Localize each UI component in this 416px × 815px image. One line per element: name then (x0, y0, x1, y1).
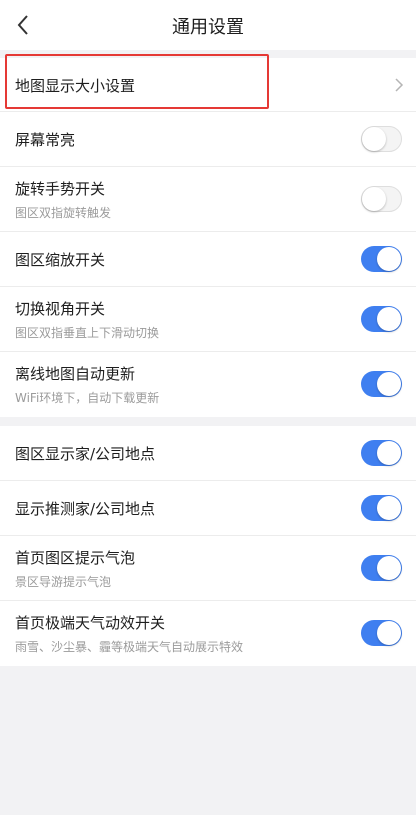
setting-description: 图区双指旋转触发 (15, 206, 112, 220)
toggle-knob (362, 127, 386, 151)
setting-home-tip-bubble: 首页图区提示气泡 景区导游提示气泡 (0, 536, 416, 601)
toggle-knob (377, 441, 401, 465)
chevron-right-icon (395, 78, 404, 92)
setting-rotate-gesture: 旋转手势开关 图区双指旋转触发 (0, 167, 416, 232)
toggle-knob (362, 187, 386, 211)
toggle-knob (377, 496, 401, 520)
extreme-weather-effect-toggle[interactable] (361, 620, 402, 646)
setting-label: 屏幕常亮 (15, 131, 76, 149)
toggle-knob (377, 247, 401, 271)
nav-bar: 通用设置 (0, 0, 416, 50)
offline-map-auto-update-toggle[interactable] (361, 371, 402, 397)
setting-show-home-company: 图区显示家/公司地点 (0, 426, 416, 481)
setting-description: 雨雪、沙尘暴、霾等极端天气自动展示特效 (15, 640, 244, 654)
toggle-knob (377, 556, 401, 580)
setting-screen-always-on: 屏幕常亮 (0, 112, 416, 167)
setting-label: 地图显示大小设置 (15, 77, 136, 95)
toggle-knob (377, 307, 401, 331)
setting-map-zoom: 图区缩放开关 (0, 232, 416, 287)
home-tip-bubble-toggle[interactable] (361, 555, 402, 581)
toggle-knob (377, 372, 401, 396)
toggle-knob (377, 621, 401, 645)
setting-label: 离线地图自动更新 (15, 365, 136, 383)
setting-label: 首页极端天气动效开关 (15, 614, 166, 632)
setting-offline-map-auto-update: 离线地图自动更新 WiFi环境下，自动下载更新 (0, 352, 416, 417)
map-zoom-toggle[interactable] (361, 246, 402, 272)
setting-label: 图区缩放开关 (15, 251, 106, 269)
setting-label: 图区显示家/公司地点 (15, 445, 156, 463)
setting-description: WiFi环境下，自动下载更新 (15, 391, 160, 405)
rotate-gesture-toggle[interactable] (361, 186, 402, 212)
setting-label: 旋转手势开关 (15, 180, 106, 198)
setting-map-display-size[interactable]: 地图显示大小设置 (0, 58, 416, 112)
setting-label: 首页图区提示气泡 (15, 549, 136, 567)
screen-always-on-toggle[interactable] (361, 126, 402, 152)
page-title: 通用设置 (172, 17, 244, 38)
setting-switch-view-angle: 切换视角开关 图区双指垂直上下滑动切换 (0, 287, 416, 352)
setting-description: 图区双指垂直上下滑动切换 (15, 326, 160, 340)
setting-description: 景区导游提示气泡 (15, 575, 112, 589)
show-inferred-home-company-toggle[interactable] (361, 495, 402, 521)
show-home-company-toggle[interactable] (361, 440, 402, 466)
setting-label: 切换视角开关 (15, 300, 106, 318)
setting-label: 显示推测家/公司地点 (15, 500, 156, 518)
switch-view-angle-toggle[interactable] (361, 306, 402, 332)
settings-group-2: 图区显示家/公司地点 显示推测家/公司地点 首页图区提示气泡 景区导游提示气泡 … (0, 426, 416, 666)
setting-extreme-weather-effect: 首页极端天气动效开关 雨雪、沙尘暴、霾等极端天气自动展示特效 (0, 601, 416, 666)
settings-group-1: 地图显示大小设置 屏幕常亮 旋转手势开关 图区双指旋转触发 图区缩放开关 切换视… (0, 58, 416, 417)
setting-show-inferred-home-company: 显示推测家/公司地点 (0, 481, 416, 536)
